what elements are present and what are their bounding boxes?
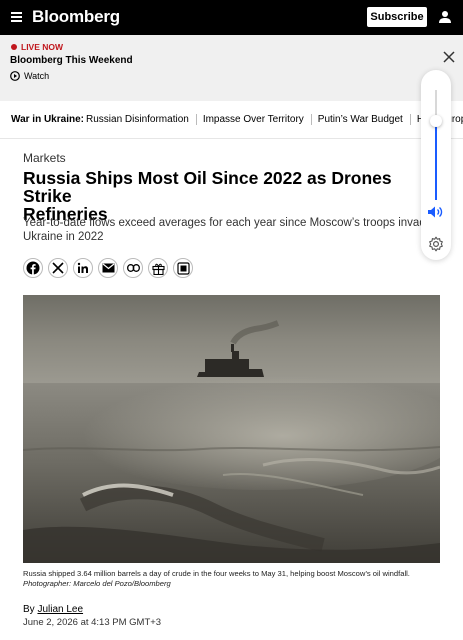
- gift-article-button[interactable]: [148, 258, 168, 278]
- volume-fill: [435, 120, 437, 200]
- photo-credit: Photographer: Marcelo del Pozo/Bloomberg: [23, 579, 171, 588]
- facebook-icon: [26, 261, 40, 275]
- speaker-icon[interactable]: [427, 205, 445, 219]
- tanker-at-sea-image: [23, 295, 440, 563]
- section-label[interactable]: Markets: [23, 151, 66, 165]
- email-share-button[interactable]: [98, 258, 118, 278]
- nav-item-impasse-over-territory[interactable]: Impasse Over Territory: [203, 114, 312, 125]
- dek-line-2: Ukraine in 2022: [23, 231, 104, 243]
- caption-text: Russia shipped 3.64 million barrels a da…: [23, 569, 410, 578]
- dek: Year-to-date flows exceed averages for e…: [23, 216, 433, 244]
- x-icon: [52, 262, 64, 274]
- gift-icon: [151, 263, 165, 275]
- gear-icon[interactable]: [428, 236, 444, 252]
- top-bar: Bloomberg Subscribe: [0, 0, 463, 35]
- reader-mode-button[interactable]: [173, 258, 193, 278]
- volume-control[interactable]: [421, 70, 451, 260]
- play-icon: [10, 71, 20, 81]
- live-label: LIVE NOW: [21, 42, 64, 52]
- nav-item-putins-war-budget[interactable]: Putin’s War Budget: [318, 114, 411, 125]
- live-title[interactable]: Bloomberg This Weekend: [10, 55, 133, 66]
- x-share-button[interactable]: [48, 258, 68, 278]
- live-banner: LIVE NOW Bloomberg This Weekend Watch: [0, 35, 463, 101]
- nav-lead: War in Ukraine:: [11, 114, 84, 125]
- live-dot: [11, 44, 17, 50]
- watch-button[interactable]: Watch: [10, 71, 49, 81]
- reader-icon: [176, 261, 190, 275]
- facebook-share-button[interactable]: [23, 258, 43, 278]
- watch-label: Watch: [24, 71, 50, 81]
- linkedin-icon: [77, 262, 88, 273]
- photo-caption: Russia shipped 3.64 million barrels a da…: [23, 569, 433, 589]
- subscribe-button[interactable]: Subscribe: [367, 7, 427, 27]
- publish-date: June 2, 2026 at 4:13 PM GMT+3: [23, 617, 162, 628]
- author-link[interactable]: Julian Lee: [37, 604, 83, 615]
- headline: Russia Ships Most Oil Since 2022 as Dron…: [23, 169, 433, 223]
- article-photo: [23, 295, 440, 563]
- copy-link-button[interactable]: [123, 258, 143, 278]
- email-icon: [102, 263, 114, 273]
- close-icon[interactable]: [442, 50, 456, 64]
- byline: By Julian Lee: [23, 604, 83, 615]
- linkedin-share-button[interactable]: [73, 258, 93, 278]
- headline-line-1: Russia Ships Most Oil Since 2022 as Dron…: [23, 168, 392, 206]
- byline-prefix: By: [23, 604, 35, 615]
- nav-items: Russian Disinformation Impasse Over Terr…: [86, 114, 463, 125]
- dek-line-1: Year-to-date flows exceed averages for e…: [23, 217, 433, 229]
- share-bar: [23, 258, 193, 278]
- section-nav: War in Ukraine: Russian Disinformation I…: [0, 101, 463, 139]
- volume-slider-handle[interactable]: [430, 114, 442, 127]
- user-icon[interactable]: [438, 10, 452, 24]
- nav-item-russian-disinformation[interactable]: Russian Disinformation: [86, 114, 197, 125]
- link-icon: [126, 264, 140, 272]
- menu-icon[interactable]: [11, 12, 22, 22]
- bloomberg-logo[interactable]: Bloomberg: [32, 7, 120, 27]
